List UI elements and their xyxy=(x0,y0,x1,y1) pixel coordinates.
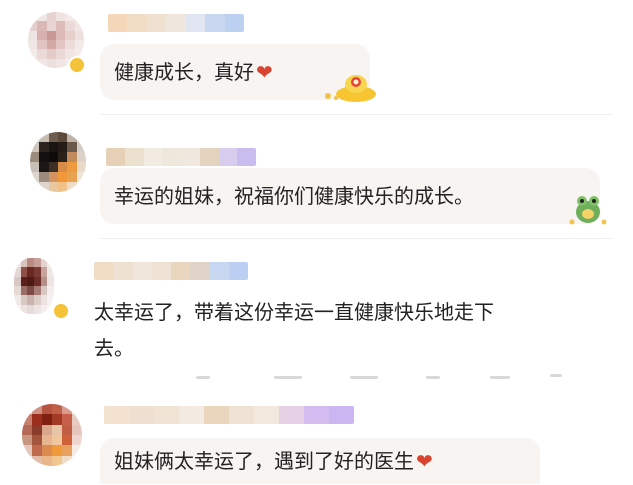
frog-sticker-icon xyxy=(569,196,607,225)
comment-text-line-2: 去。 xyxy=(94,336,134,360)
meta-info-blurred xyxy=(490,376,510,379)
username-blurred[interactable] xyxy=(94,262,248,280)
comment-text: 姐妹俩太幸运了，遇到了好的医生 xyxy=(114,449,414,473)
comment-item-2[interactable]: 幸运的姐妹，祝福你们健康快乐的成长。 xyxy=(0,116,633,240)
avatar[interactable] xyxy=(22,404,82,466)
comment-item-3[interactable]: 太幸运了，带着这份幸运一直健康快乐地走下 去。 xyxy=(0,242,633,392)
heart-icon: ❤ xyxy=(416,449,433,473)
comment-item-1[interactable]: 健康成长，真好 ❤ xyxy=(0,0,633,115)
comment-text-block: 太幸运了，带着这份幸运一直健康快乐地走下 去。 xyxy=(80,294,620,374)
divider xyxy=(100,114,613,115)
username-blurred[interactable] xyxy=(104,406,354,424)
comment-text: 健康成长，真好 xyxy=(114,60,254,84)
user-badge-icon xyxy=(52,302,70,320)
comment-text: 幸运的姐妹，祝福你们健康快乐的成长。 xyxy=(114,184,474,208)
comment-bubble[interactable]: 幸运的姐妹，祝福你们健康快乐的成长。 xyxy=(100,168,600,224)
meta-info-blurred xyxy=(274,376,302,379)
username-blurred[interactable] xyxy=(106,148,256,166)
avatar[interactable] xyxy=(30,132,86,192)
avatar[interactable] xyxy=(14,258,54,314)
meta-info-blurred xyxy=(550,374,562,377)
gold-ingot-sticker-icon xyxy=(325,75,376,102)
comment-bubble[interactable]: 姐妹俩太幸运了，遇到了好的医生 ❤ xyxy=(100,438,540,484)
divider xyxy=(100,238,613,239)
meta-info-blurred xyxy=(426,376,440,379)
comment-item-4[interactable]: 姐妹俩太幸运了，遇到了好的医生 ❤ xyxy=(0,394,633,485)
meta-info-blurred xyxy=(350,376,378,379)
meta-info-blurred xyxy=(196,376,210,379)
username-blurred[interactable] xyxy=(108,14,244,32)
comment-text-line-1: 太幸运了，带着这份幸运一直健康快乐地走下 xyxy=(94,300,494,324)
heart-icon: ❤ xyxy=(256,60,273,84)
user-badge-icon xyxy=(68,56,86,74)
